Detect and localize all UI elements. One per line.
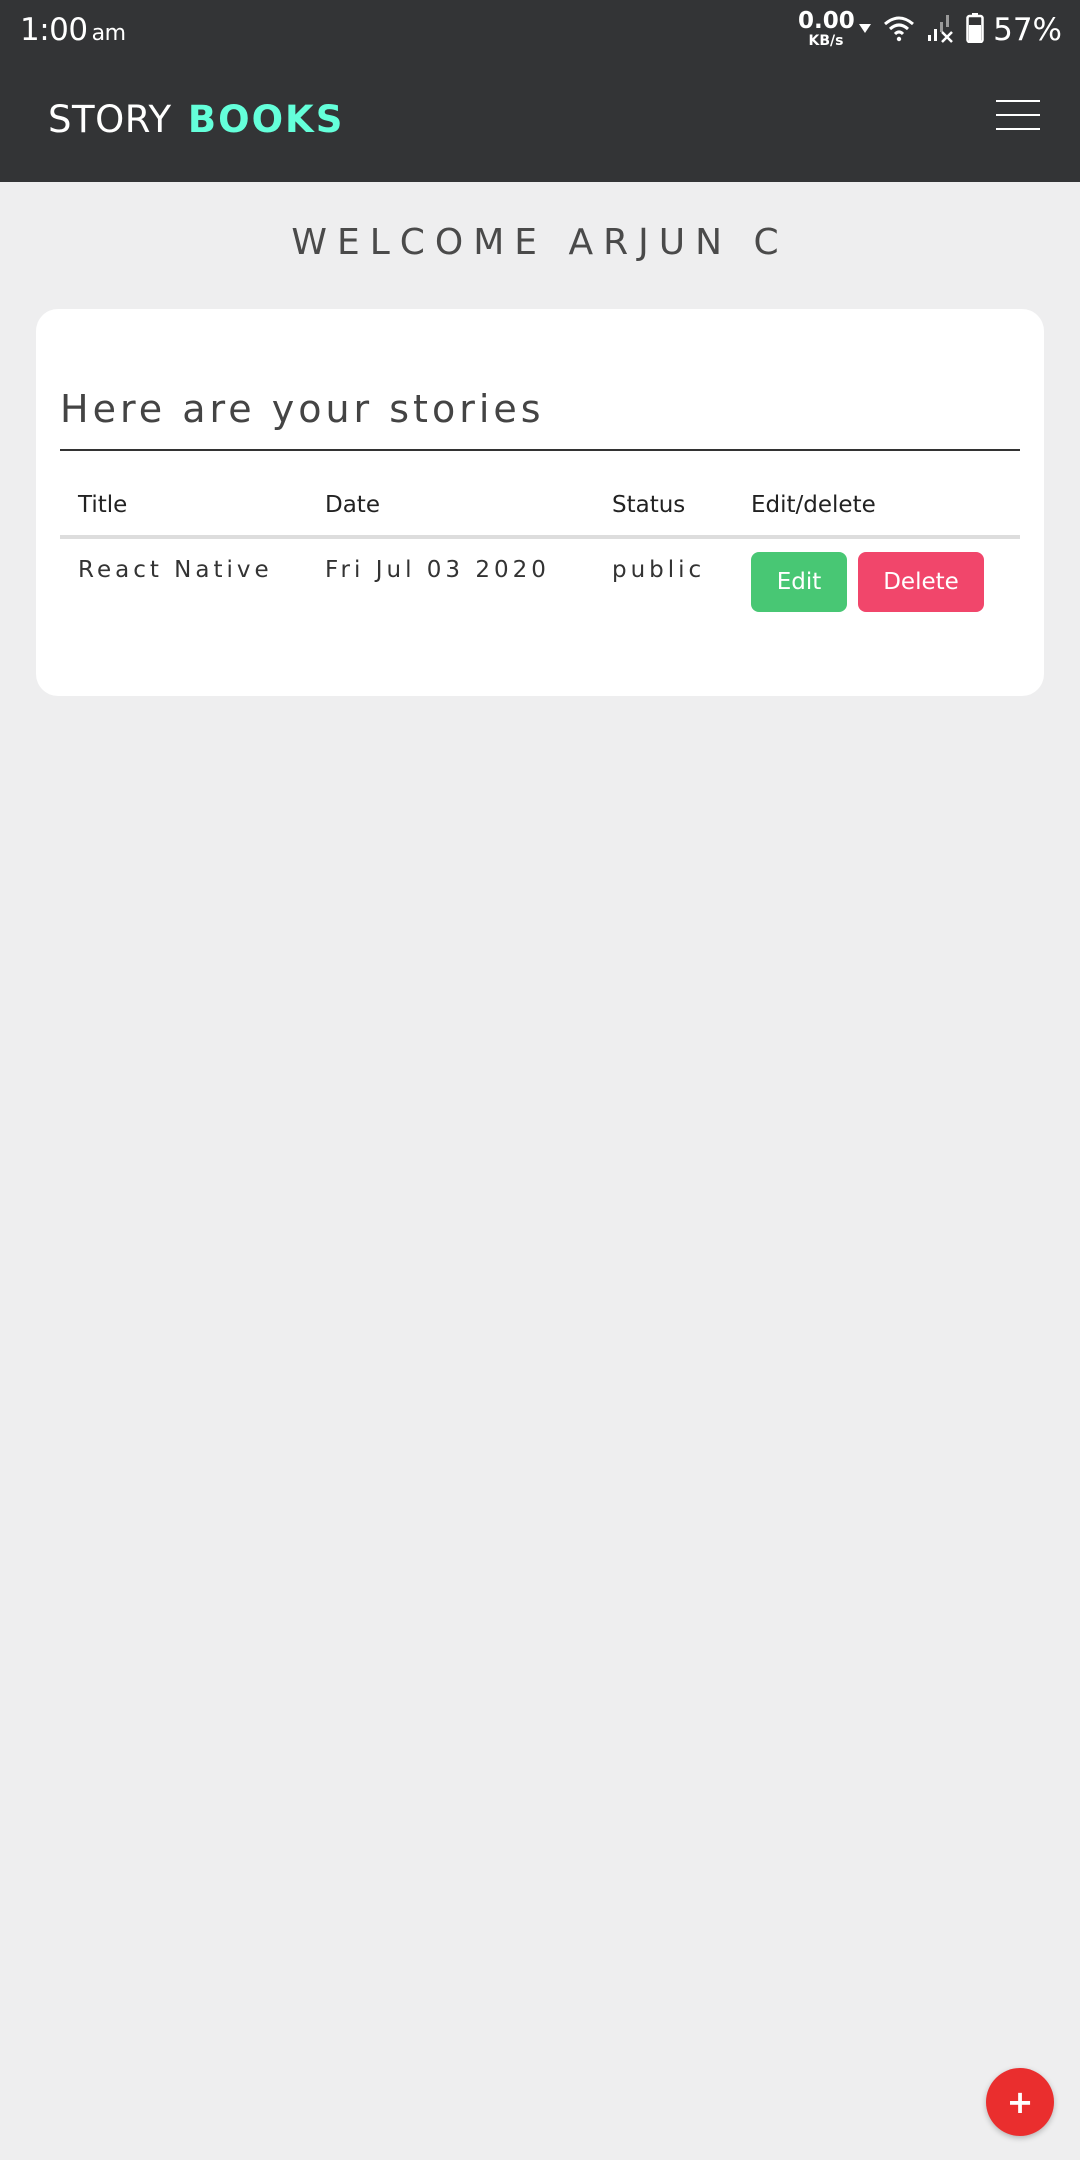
- battery-icon: [966, 13, 984, 43]
- story-status-cell: public: [612, 557, 706, 583]
- wifi-icon: [884, 16, 914, 42]
- download-arrow-icon: [859, 24, 871, 33]
- edit-button[interactable]: Edit: [751, 552, 847, 612]
- story-title-cell: React Native: [78, 557, 273, 583]
- battery-percent: 57%: [993, 12, 1062, 48]
- hamburger-menu-icon[interactable]: [996, 100, 1040, 130]
- column-header-title: Title: [78, 492, 128, 518]
- add-story-button[interactable]: +: [986, 2068, 1054, 2136]
- stories-card: Here are your stories Title Date Status …: [36, 309, 1044, 696]
- column-header-status: Status: [612, 492, 686, 518]
- status-bar: 1:00 am 0.00 KB/s 57%: [0, 0, 1080, 62]
- menu-line: [996, 128, 1040, 130]
- status-time-ampm: am: [91, 21, 126, 46]
- menu-line: [996, 100, 1040, 102]
- column-header-date: Date: [325, 492, 380, 518]
- status-time: 1:00 am: [20, 12, 126, 48]
- menu-line: [996, 114, 1040, 116]
- status-time-value: 1:00: [20, 12, 88, 48]
- brand-text-books: BOOKS: [187, 98, 345, 141]
- network-speed-value: 0.00: [798, 8, 855, 34]
- network-speed: 0.00 KB/s: [798, 8, 855, 49]
- story-date-cell: Fri Jul 03 2020: [325, 557, 550, 583]
- column-header-edit-delete: Edit/delete: [751, 492, 876, 518]
- signal-off-icon: [928, 15, 953, 43]
- plus-icon: +: [1006, 2083, 1034, 2121]
- stories-heading: Here are your stories: [60, 387, 545, 431]
- welcome-heading: WELCOME ARJUN C: [291, 222, 789, 263]
- brand-logo[interactable]: STORY BOOKS: [48, 98, 344, 141]
- network-speed-unit: KB/s: [808, 33, 844, 49]
- heading-divider: [60, 449, 1020, 451]
- status-icons: [858, 13, 984, 43]
- app-bar: STORY BOOKS: [0, 62, 1080, 182]
- delete-button[interactable]: Delete: [858, 552, 984, 612]
- brand-text-story: STORY: [48, 98, 172, 141]
- table-header-divider: [60, 535, 1020, 539]
